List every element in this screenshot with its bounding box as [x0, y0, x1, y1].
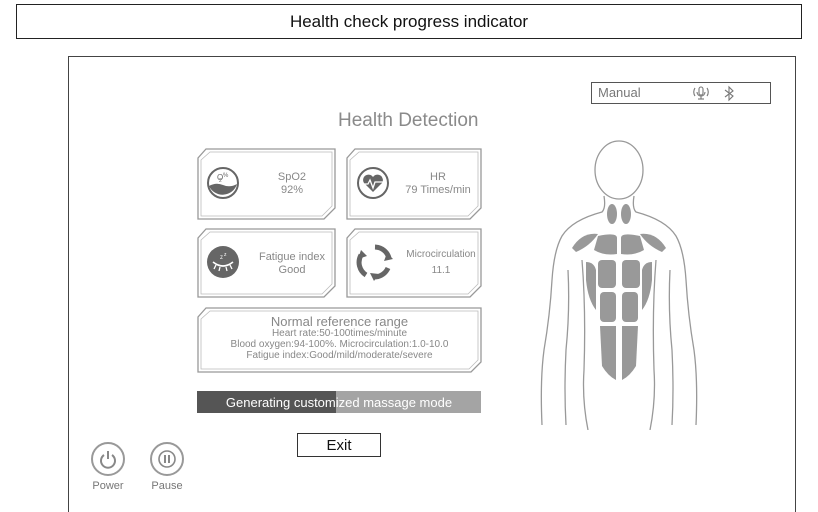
- reference-panel: Normal reference range Heart rate:50-100…: [196, 307, 483, 373]
- heart-rate-icon: [357, 167, 389, 199]
- progress-bar: Generating customized massage mode: [197, 391, 481, 413]
- svg-text:z: z: [220, 255, 223, 261]
- reference-line: Heart rate:50-100times/minute: [271, 328, 408, 339]
- exit-button[interactable]: Exit: [297, 433, 381, 457]
- pause-label: Pause: [151, 480, 183, 492]
- microphone-icon: [693, 86, 709, 100]
- spo2-card: O % 2 SpO2 92%: [196, 148, 337, 220]
- page-title: Health Detection: [338, 110, 479, 131]
- hr-label: HR: [430, 171, 446, 183]
- pause-button[interactable]: Pause: [147, 442, 187, 492]
- microcirculation-value: 11.1: [431, 265, 451, 276]
- oxygen-saturation-icon: O % 2: [207, 167, 239, 199]
- sleepy-eye-icon: z z: [207, 246, 239, 278]
- svg-text:2: 2: [219, 178, 222, 184]
- bluetooth-icon: [724, 85, 734, 102]
- caption: Health check progress indicator: [16, 4, 802, 39]
- svg-text:%: %: [223, 173, 229, 179]
- power-label: Power: [92, 480, 124, 492]
- fatigue-card: z z Fatigue index Good: [196, 228, 337, 298]
- pause-icon: [150, 442, 184, 476]
- power-button[interactable]: Power: [88, 442, 128, 492]
- circulation-cycle-icon: [356, 244, 393, 281]
- spo2-label: SpO2: [277, 171, 307, 183]
- reference-title: Normal reference range: [270, 314, 409, 329]
- fatigue-value: Good: [278, 264, 306, 276]
- progress-text: Generating customized massage mode: [225, 394, 453, 410]
- fatigue-label: Fatigue index: [258, 251, 326, 263]
- hr-value: 79 Times/min: [405, 184, 471, 196]
- reference-line: Fatigue index:Good/mild/moderate/severe: [246, 350, 433, 361]
- mode-label: Manual: [598, 85, 641, 100]
- body-muscle-figure: [540, 140, 698, 430]
- hr-card: HR 79 Times/min: [345, 148, 483, 220]
- reference-line: Blood oxygen:94-100%. Microcirculation:1…: [230, 339, 449, 350]
- power-icon: [91, 442, 125, 476]
- mode-indicator[interactable]: Manual: [591, 82, 771, 104]
- microcirculation-label: Microcirculation: [406, 249, 476, 260]
- spo2-value: 92%: [280, 184, 304, 196]
- microcirculation-card: Microcirculation 11.1: [345, 228, 483, 298]
